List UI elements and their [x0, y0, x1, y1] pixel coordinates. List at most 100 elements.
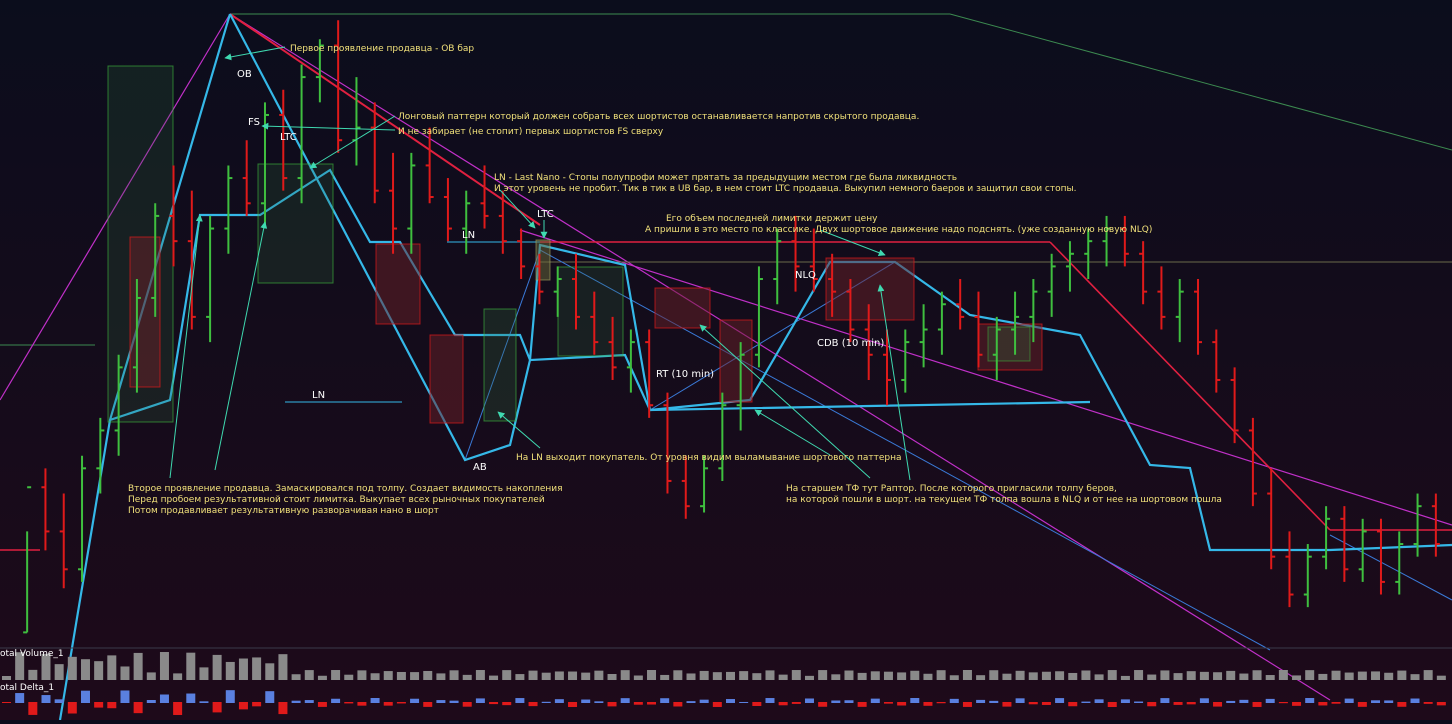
volume-bar — [225, 661, 235, 680]
delta-bar — [1186, 702, 1196, 705]
note-senior-2: на которой пошли в шорт. на текущем ТФ т… — [786, 495, 1222, 505]
volume-bar — [699, 670, 709, 680]
delta-bar — [212, 702, 222, 713]
delta-bar — [568, 702, 578, 707]
volume-bar — [1292, 675, 1302, 680]
volume-bar — [1265, 675, 1275, 680]
delta-bar — [1239, 699, 1249, 703]
volume-bar — [304, 670, 314, 680]
volume-bar — [1252, 670, 1262, 680]
volume-bar — [1199, 671, 1209, 680]
delta-bar — [1305, 698, 1315, 703]
volume-bar — [870, 671, 880, 680]
volume-label: otal Volume_1 — [0, 649, 64, 659]
delta-bar — [1015, 698, 1025, 703]
delta-bar — [2, 702, 11, 703]
delta-bar — [370, 698, 380, 703]
delta-bar — [265, 691, 275, 703]
volume-bar — [528, 670, 538, 680]
delta-bar — [199, 701, 209, 703]
delta-bar — [541, 701, 551, 703]
label-ltc-2: LTC — [537, 209, 554, 220]
volume-bar — [159, 652, 169, 680]
volume-bar — [1081, 670, 1091, 680]
volume-bar — [1160, 670, 1170, 680]
delta-bar — [660, 698, 670, 703]
delta-bar — [423, 702, 433, 707]
volume-bar — [581, 672, 591, 680]
volume-bar — [1186, 671, 1196, 680]
delta-bar — [146, 700, 156, 703]
delta-bar — [489, 702, 499, 705]
delta-bar — [173, 702, 183, 715]
volume-bar — [199, 667, 209, 680]
zone-red-2 — [375, 243, 421, 325]
delta-bar — [857, 702, 867, 707]
delta-bar — [949, 698, 959, 703]
volume-bar — [1134, 670, 1144, 680]
delta-bar — [1068, 702, 1078, 707]
volume-bar — [252, 657, 262, 680]
delta-bar — [120, 690, 130, 703]
volume-bar — [633, 675, 643, 680]
delta-bar — [1344, 698, 1354, 703]
trading-chart[interactable]: OB FS LTC LTC LN LN AB RT (10 min) NLQ C… — [0, 0, 1452, 721]
delta-bar — [449, 700, 459, 703]
volume-bar — [120, 666, 130, 680]
delta-bar — [94, 702, 104, 708]
note-second-2: Перед пробоем результативной стоит лимит… — [128, 495, 545, 505]
zone-ltc-box — [535, 239, 551, 281]
delta-bar — [1199, 698, 1209, 703]
delta-bar — [475, 698, 485, 703]
delta-bar — [528, 702, 538, 707]
volume-bar — [80, 659, 90, 680]
note-long-1: Лонговый паттерн который должен собрать … — [398, 112, 919, 122]
delta-bar — [1384, 700, 1394, 703]
delta-bar — [1226, 700, 1236, 703]
volume-bar — [317, 675, 327, 680]
volume-bar — [1002, 673, 1012, 680]
volume-bar — [778, 674, 788, 680]
volume-bar — [489, 675, 499, 680]
delta-bar — [1357, 702, 1367, 707]
volume-bar — [2, 676, 11, 680]
volume-bar — [238, 658, 248, 680]
volume-bar — [1305, 670, 1315, 680]
delta-bar — [989, 700, 999, 703]
volume-bar — [449, 670, 459, 680]
zone-red-5 — [719, 319, 753, 403]
volume-bar — [936, 670, 946, 680]
delta-bar — [357, 702, 367, 706]
label-nlq: NLQ — [795, 270, 816, 281]
label-ab: AB — [473, 462, 487, 473]
volume-bar — [515, 674, 525, 680]
volume-bar — [331, 670, 341, 680]
delta-bar — [633, 702, 643, 705]
volume-bar — [1357, 671, 1367, 680]
delta-label: otal Delta_1 — [0, 683, 54, 693]
delta-bar — [515, 698, 525, 703]
zone-green-5 — [987, 326, 1031, 362]
volume-bar — [370, 673, 380, 680]
delta-bar — [712, 702, 722, 707]
volume-bar — [1371, 671, 1381, 680]
volume-bar — [989, 670, 999, 680]
delta-bar — [1160, 698, 1170, 703]
delta-bar — [581, 699, 591, 703]
delta-bar — [344, 702, 354, 704]
volume-bar — [212, 654, 222, 680]
delta-bar — [962, 702, 972, 707]
delta-bar — [870, 698, 880, 703]
volume-bar — [594, 670, 604, 680]
volume-bar — [739, 671, 749, 680]
note-ln-2: И этот уровень не пробит. Тик в тик в UB… — [494, 184, 1076, 194]
volume-bar — [344, 674, 354, 680]
delta-bar — [107, 702, 117, 709]
delta-bar — [1292, 702, 1302, 706]
delta-bar — [699, 699, 709, 703]
delta-bar — [133, 702, 143, 714]
volume-bar — [462, 674, 472, 680]
delta-bar — [159, 694, 169, 703]
delta-bar — [1252, 702, 1262, 707]
delta-bar — [238, 702, 248, 710]
